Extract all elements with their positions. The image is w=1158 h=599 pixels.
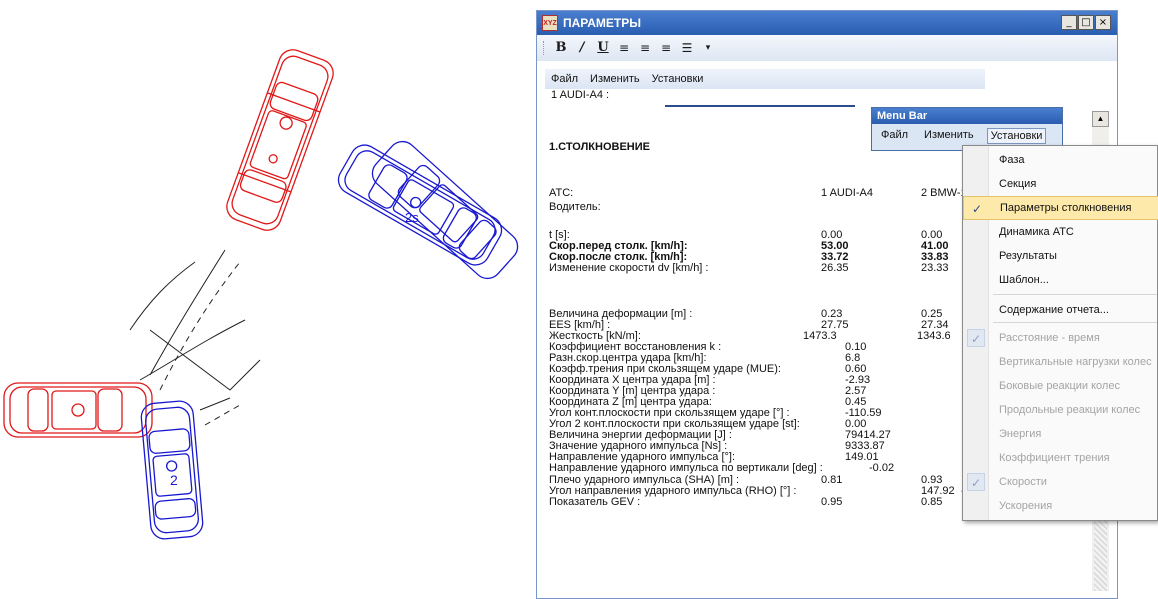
dropdown-item-label: Коэффициент трения (999, 452, 1110, 464)
mb-menu-file[interactable]: Файл (878, 128, 911, 144)
close-button[interactable]: × (1095, 15, 1111, 30)
settings-dropdown-menu: Фаза Секция Параметры столкновения ✓ Динамик… (962, 145, 1158, 521)
dropdown-item-label: Динамика АТС (999, 226, 1074, 238)
toolbar-overflow-button[interactable]: ▾ (699, 39, 717, 57)
collision-sketch: 2s 2 (3, 49, 519, 540)
row-value-vehicle-2: 23.33 (921, 262, 949, 274)
menu-settings[interactable]: Установки (652, 73, 704, 85)
checkmark-icon: ✓ (967, 473, 985, 491)
dropdown-item: Коэффициент трения (963, 446, 1158, 470)
vehicle-label-2s: 2s (405, 210, 419, 225)
dropdown-item-label: Секция (999, 178, 1037, 190)
menu-bar-title[interactable]: Menu Bar (872, 108, 1062, 124)
screen-root: 2s 2 XYZ ПАРАМЕТРЫ _ □ × B / U ≡ ≡ ≡ ☰ ▾… (0, 0, 1158, 599)
list-button[interactable]: ☰ (678, 39, 696, 57)
dropdown-item[interactable]: Шаблон... (963, 268, 1158, 292)
dropdown-item: Скорости ✓ (963, 470, 1158, 494)
dropdown-item: Расстояние - время ✓ (963, 326, 1158, 350)
dropdown-item: Энергия (963, 422, 1158, 446)
dropdown-item-label: Расстояние - время (999, 332, 1100, 344)
mb-menu-edit[interactable]: Изменить (921, 128, 977, 144)
atc-label: АТС: (549, 187, 574, 199)
row-value-vehicle-1: 1473.3 (803, 330, 837, 342)
row-value-vehicle-1: 0.81 (821, 474, 843, 486)
dropdown-item-label: Скорости (999, 476, 1047, 488)
dropdown-item[interactable]: Результаты (963, 244, 1158, 268)
vehicle-red-initial (3, 382, 153, 438)
vehicle-red-final (226, 49, 334, 231)
align-left-button[interactable]: ≡ (615, 39, 633, 57)
dropdown-item-label: Боковые реакции колес (999, 380, 1120, 392)
toolbar-grip[interactable] (543, 41, 546, 55)
doc-header-rule (665, 105, 855, 107)
app-icon: XYZ (542, 15, 558, 31)
driver-label: Водитель: (549, 201, 601, 213)
dropdown-item: Ускорения (963, 494, 1158, 518)
doc-header: 1 AUDI-A4 : (551, 89, 610, 101)
vehicle-blue-initial (140, 400, 204, 540)
dropdown-item[interactable]: Секция (963, 172, 1158, 196)
row-label: Показатель GEV : (549, 496, 641, 508)
align-center-button[interactable]: ≡ (636, 39, 654, 57)
vehicle-1-header: 1 AUDI-A4 (821, 187, 873, 199)
row-value-vehicle-1: 0.95 (821, 496, 843, 508)
row-label: Направление ударного импульса по вертика… (549, 462, 823, 474)
menu-separator (993, 322, 1157, 323)
dropdown-item-label: Результаты (999, 250, 1057, 262)
dropdown-item-label: Продольные реакции колес (999, 404, 1141, 416)
maximize-button[interactable]: □ (1078, 15, 1094, 30)
bold-button[interactable]: B (552, 39, 570, 57)
dropdown-item-label: Энергия (999, 428, 1042, 440)
italic-button[interactable]: / (573, 39, 591, 57)
dropdown-item-label: Содержание отчета... (999, 304, 1109, 316)
formatting-toolbar: B / U ≡ ≡ ≡ ☰ ▾ (537, 35, 1117, 61)
menu-file[interactable]: Файл (551, 73, 578, 85)
dropdown-item[interactable]: Содержание отчета... (963, 298, 1158, 322)
window-title: ПАРАМЕТРЫ (563, 16, 641, 30)
checkmark-icon: ✓ (971, 202, 983, 216)
row-label: Изменение скорости dv [km/h] : (549, 262, 709, 274)
row-value-vehicle-2: 1343.6 (917, 330, 951, 342)
vehicle-label-2: 2 (170, 472, 178, 488)
vehicle-blue-final (337, 140, 519, 280)
row-value-vehicle-2: 0.85 (921, 496, 943, 508)
dropdown-item-label: Параметры столкновения (1000, 202, 1132, 214)
dropdown-item-label: Ускорения (999, 500, 1053, 512)
dropdown-item: Вертикальные нагрузки колес (963, 350, 1158, 374)
dropdown-item[interactable]: Параметры столкновения ✓ (963, 196, 1158, 220)
window-menubar: Файл Изменить Установки (545, 69, 985, 89)
mb-menu-settings[interactable]: Установки (986, 128, 1047, 144)
dropdown-item: Боковые реакции колес (963, 374, 1158, 398)
dropdown-item-label: Шаблон... (999, 274, 1049, 286)
minimize-button[interactable]: _ (1061, 15, 1077, 30)
dropdown-item[interactable]: Фаза (963, 148, 1158, 172)
dropdown-item-label: Фаза (999, 154, 1025, 166)
scroll-up-arrow-icon[interactable]: ▲ (1092, 111, 1109, 127)
align-right-button[interactable]: ≡ (657, 39, 675, 57)
dropdown-item-label: Вертикальные нагрузки колес (999, 356, 1152, 368)
window-titlebar[interactable]: XYZ ПАРАМЕТРЫ _ □ × (537, 11, 1117, 35)
menu-separator (993, 294, 1157, 295)
dropdown-item[interactable]: Динамика АТС (963, 220, 1158, 244)
section-title: 1.СТОЛКНОВЕНИЕ (549, 141, 650, 153)
row-value-vehicle-1: 26.35 (821, 262, 849, 274)
underline-button[interactable]: U (594, 39, 612, 57)
vehicle-2-header: 2 BMW-1 (921, 187, 967, 199)
trajectory-traces (129, 249, 261, 426)
menu-edit[interactable]: Изменить (590, 73, 640, 85)
row-value: -0.02 (869, 462, 895, 474)
checkmark-icon: ✓ (967, 329, 985, 347)
dropdown-item: Продольные реакции колес (963, 398, 1158, 422)
